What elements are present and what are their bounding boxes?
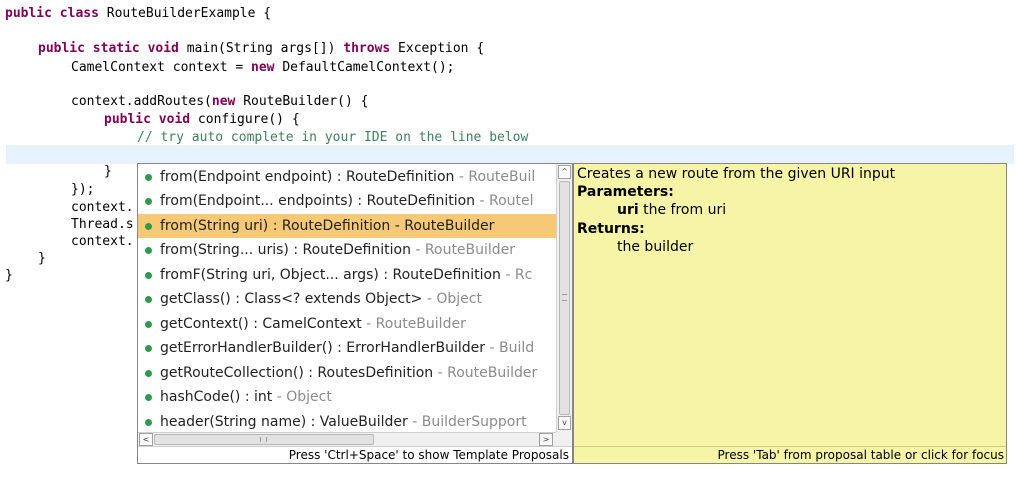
keyword: public class	[5, 6, 99, 21]
vertical-scroll-thumb[interactable]	[559, 181, 570, 415]
horizontal-scrollbar[interactable]: < >	[138, 432, 556, 446]
proposal-signature: hashCode() : int	[160, 389, 273, 405]
proposal-item[interactable]: from(Endpoint endpoint) : RouteDefinitio…	[138, 165, 556, 189]
proposal-list[interactable]: from(Endpoint endpoint) : RouteDefinitio…	[138, 164, 556, 432]
scroll-up-arrow-icon[interactable]: ^	[558, 165, 571, 179]
keyword: public void	[104, 112, 191, 127]
doc-status-bar[interactable]: Press 'Tab' from proposal table or click…	[574, 446, 1006, 463]
proposal-owner: - RouteBuilder	[410, 242, 516, 258]
code-line-1: public class RouteBuilderExample {	[5, 4, 271, 24]
code-line-11: });	[71, 182, 95, 197]
content-assist-popup: from(Endpoint endpoint) : RouteDefinitio…	[137, 163, 1007, 464]
proposal-signature: from(String... uris) : RouteDefinition	[160, 242, 411, 258]
proposal-item[interactable]: getClass() : Class<? extends Object> - O…	[138, 287, 556, 311]
proposal-signature: from(Endpoint... endpoints) : RouteDefin…	[160, 193, 476, 209]
code-line-7: public void configure() {	[104, 110, 300, 130]
proposal-owner: - RouteBuilder	[361, 316, 466, 332]
scroll-down-arrow-icon[interactable]: v	[558, 416, 571, 430]
public-method-icon	[145, 223, 152, 230]
proposal-signature: getRouteCollection() : RoutesDefinition	[160, 365, 434, 381]
public-method-icon	[145, 174, 152, 181]
proposal-owner: - Object	[422, 291, 482, 307]
code-text: main(String args[])	[178, 41, 344, 56]
keyword: new	[251, 60, 275, 75]
code-line-6: context.addRoutes(new RouteBuilder() {	[71, 92, 368, 112]
public-method-icon	[145, 394, 152, 401]
horizontal-scroll-thumb[interactable]	[154, 434, 374, 445]
code-text: RouteBuilder() {	[235, 94, 369, 109]
proposal-item[interactable]: fromF(String uri, Object... args) : Rout…	[138, 263, 556, 287]
code-comment: // try auto complete in your IDE on the …	[137, 130, 529, 145]
proposal-item[interactable]: getRouteCollection() : RoutesDefinition …	[138, 361, 556, 385]
proposal-item[interactable]: from(Endpoint... endpoints) : RouteDefin…	[138, 189, 556, 213]
code-line-4: CamelContext context = new DefaultCamelC…	[71, 58, 455, 78]
keyword: throws	[343, 41, 391, 56]
doc-description: Creates a new route from the given URI i…	[577, 166, 896, 182]
proposal-owner: - BuilderSupport	[407, 414, 527, 430]
keyword: public static void	[38, 41, 179, 56]
code-text: Exception {	[390, 41, 485, 56]
proposal-item[interactable]: hashCode() : int - Object	[138, 385, 556, 409]
doc-param-desc: the from uri	[638, 202, 727, 218]
public-method-icon	[145, 321, 152, 328]
keyword: new	[211, 94, 236, 109]
code-line-14: context.	[71, 234, 134, 249]
doc-parameters-label: Parameters:	[577, 184, 674, 200]
public-method-icon	[145, 419, 152, 426]
public-method-icon	[145, 345, 152, 352]
scrollbar-corner	[556, 432, 572, 446]
proposal-signature: from(Endpoint endpoint) : RouteDefinitio…	[160, 169, 455, 185]
proposal-item[interactable]: getContext() : CamelContext - RouteBuild…	[138, 312, 556, 336]
doc-returns-desc: the builder	[617, 239, 694, 255]
doc-parameter: uri the from uri	[617, 201, 726, 220]
proposal-owner: - Object	[272, 389, 332, 405]
code-line-10: }	[104, 164, 112, 179]
doc-param-name: uri	[617, 202, 639, 218]
proposal-owner: - Routel	[475, 193, 534, 209]
code-text: RouteBuilderExample {	[98, 6, 272, 21]
grip-icon	[562, 294, 567, 301]
proposal-owner: - Rc	[500, 267, 533, 283]
public-method-icon	[145, 296, 152, 303]
code-line-16: }	[5, 268, 13, 283]
proposal-owner: - Build	[485, 340, 535, 356]
public-method-icon	[145, 198, 152, 205]
doc-returns-label: Returns:	[577, 221, 645, 237]
code-text: CamelContext context =	[71, 60, 252, 75]
proposal-table[interactable]: from(Endpoint endpoint) : RouteDefinitio…	[137, 163, 573, 464]
code-text: context.addRoutes(	[71, 94, 212, 109]
proposal-signature: getContext() : CamelContext	[160, 316, 362, 332]
scroll-right-arrow-icon[interactable]: >	[539, 433, 553, 446]
javadoc-panel[interactable]: Creates a new route from the given URI i…	[573, 163, 1007, 464]
grip-icon	[260, 437, 267, 442]
code-text: DefaultCamelContext();	[274, 60, 455, 75]
code-text: configure() {	[190, 112, 300, 127]
proposal-signature: getClass() : Class<? extends Object>	[160, 291, 423, 307]
proposal-status-bar[interactable]: Press 'Ctrl+Space' to show Template Prop…	[138, 446, 572, 463]
vertical-scrollbar[interactable]: ^ v	[556, 164, 572, 432]
proposal-item[interactable]: getErrorHandlerBuilder() : ErrorHandlerB…	[138, 336, 556, 360]
code-line-15: }	[38, 251, 46, 266]
proposal-signature: from(String uri) : RouteDefinition - Rou…	[160, 218, 495, 234]
proposal-owner: - RouteBuil	[454, 169, 536, 185]
proposal-signature: fromF(String uri, Object... args) : Rout…	[160, 267, 501, 283]
public-method-icon	[145, 370, 152, 377]
proposal-item[interactable]: header(String name) : ValueBuilder - Bui…	[138, 410, 556, 432]
public-method-icon	[145, 272, 152, 279]
public-method-icon	[145, 247, 152, 254]
proposal-signature: header(String name) : ValueBuilder	[160, 414, 408, 430]
code-line-3: public static void main(String args[]) t…	[38, 39, 484, 59]
proposal-signature: getErrorHandlerBuilder() : ErrorHandlerB…	[160, 340, 486, 356]
proposal-item[interactable]: from(String... uris) : RouteDefinition -…	[138, 238, 556, 262]
proposal-item-selected[interactable]: from(String uri) : RouteDefinition - Rou…	[138, 214, 556, 238]
proposal-owner: - RouteBuilder	[433, 365, 538, 381]
scroll-left-arrow-icon[interactable]: <	[139, 433, 153, 446]
